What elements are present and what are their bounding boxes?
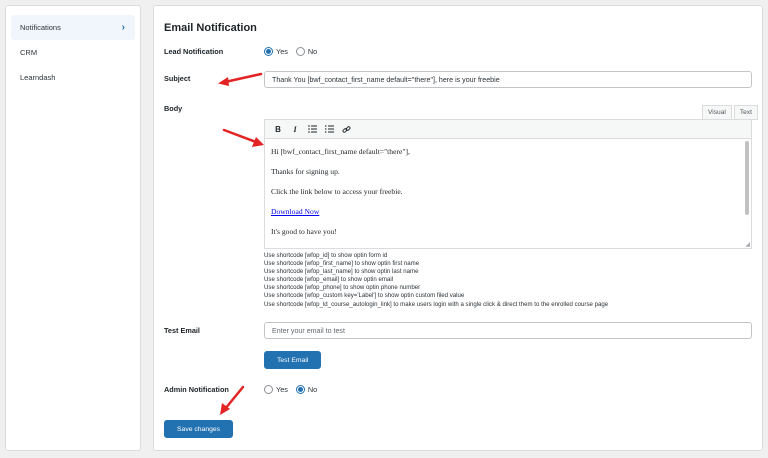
sidebar-item-label: CRM bbox=[20, 48, 38, 57]
link-icon[interactable] bbox=[339, 122, 353, 136]
subject-label: Subject bbox=[164, 74, 191, 83]
bulleted-list-icon[interactable] bbox=[305, 122, 319, 136]
radio-label: Yes bbox=[276, 47, 288, 56]
sidebar-item-learndash[interactable]: Learndash bbox=[11, 65, 135, 90]
lead-notification-yes-radio[interactable] bbox=[264, 47, 273, 56]
bold-icon[interactable]: B bbox=[271, 122, 285, 136]
email-notification-panel: Email Notification Lead Notification Yes… bbox=[153, 5, 763, 451]
lead-notification-radio-group: Yes No bbox=[264, 47, 325, 56]
save-changes-button[interactable]: Save changes bbox=[164, 420, 234, 438]
hint-line: Use shortcode [wfop_email] to show optin… bbox=[264, 276, 394, 284]
download-now-link[interactable]: Download Now bbox=[271, 207, 319, 216]
editor-line: Hi [bwf_contact_first_name default="ther… bbox=[271, 147, 410, 156]
hint-line: Use shortcode [wfop_last_name] to show o… bbox=[264, 268, 419, 276]
lead-notification-label: Lead Notification bbox=[164, 47, 224, 56]
test-email-label: Test Email bbox=[164, 326, 200, 335]
italic-icon[interactable]: I bbox=[288, 122, 302, 136]
admin-notification-radio-group: Yes No bbox=[264, 385, 325, 394]
editor-toolbar: B I bbox=[265, 120, 751, 139]
sidebar-item-label: Notifications bbox=[20, 23, 61, 32]
admin-notification-label: Admin Notification bbox=[164, 385, 229, 394]
tab-text[interactable]: Text bbox=[733, 105, 758, 120]
sidebar-item-label: Learndash bbox=[20, 73, 56, 82]
lead-notification-no-radio[interactable] bbox=[295, 47, 305, 56]
test-email-input[interactable] bbox=[264, 322, 752, 339]
hint-line: Use shortcode [wfop_first_name] to show … bbox=[264, 260, 420, 268]
editor-line: Thanks for signing up. bbox=[271, 167, 340, 176]
radio-label: Yes bbox=[276, 385, 288, 394]
hint-line: Use shortcode [wfop_id] to show optin fo… bbox=[264, 252, 388, 259]
test-email-button[interactable]: Test Email bbox=[264, 351, 322, 369]
editor-content[interactable]: Hi [bwf_contact_first_name default="ther… bbox=[265, 139, 751, 249]
body-label: Body bbox=[164, 104, 183, 113]
hint-line: Use shortcode [wfop_ld_course_autologin_… bbox=[264, 300, 609, 308]
chevron-right-icon: › bbox=[121, 22, 125, 33]
radio-label: No bbox=[307, 385, 318, 394]
body-editor: B I Hi [bwf_contact_first_name default="… bbox=[264, 119, 752, 249]
sidebar-nav: Notifications › CRM Learndash bbox=[11, 15, 135, 90]
admin-notification-no-radio[interactable] bbox=[295, 385, 305, 394]
tab-visual[interactable]: Visual bbox=[702, 105, 732, 120]
settings-sidebar: Notifications › CRM Learndash bbox=[5, 5, 141, 451]
editor-scrollbar[interactable] bbox=[745, 141, 749, 215]
subject-input[interactable] bbox=[264, 71, 752, 88]
hint-line: Use shortcode [wfop_phone] to show optin… bbox=[264, 284, 421, 292]
resize-handle-icon[interactable]: ◢ bbox=[745, 241, 750, 248]
sidebar-item-notifications[interactable]: Notifications › bbox=[11, 15, 135, 40]
editor-line: Click the link below to access your free… bbox=[271, 187, 403, 196]
editor-tabs: Visual Text bbox=[700, 105, 758, 120]
radio-label: No bbox=[307, 47, 318, 56]
hint-line: Use shortcode [wfop_custom key='Label'] … bbox=[264, 292, 465, 300]
sidebar-item-crm[interactable]: CRM bbox=[11, 40, 135, 65]
shortcode-hints: Use shortcode [wfop_id] to show optin fo… bbox=[264, 252, 608, 309]
editor-line: It's good to have you! bbox=[271, 227, 337, 236]
admin-notification-yes-radio[interactable] bbox=[264, 385, 273, 394]
numbered-list-icon[interactable] bbox=[322, 122, 336, 136]
page-title: Email Notification bbox=[164, 22, 257, 34]
